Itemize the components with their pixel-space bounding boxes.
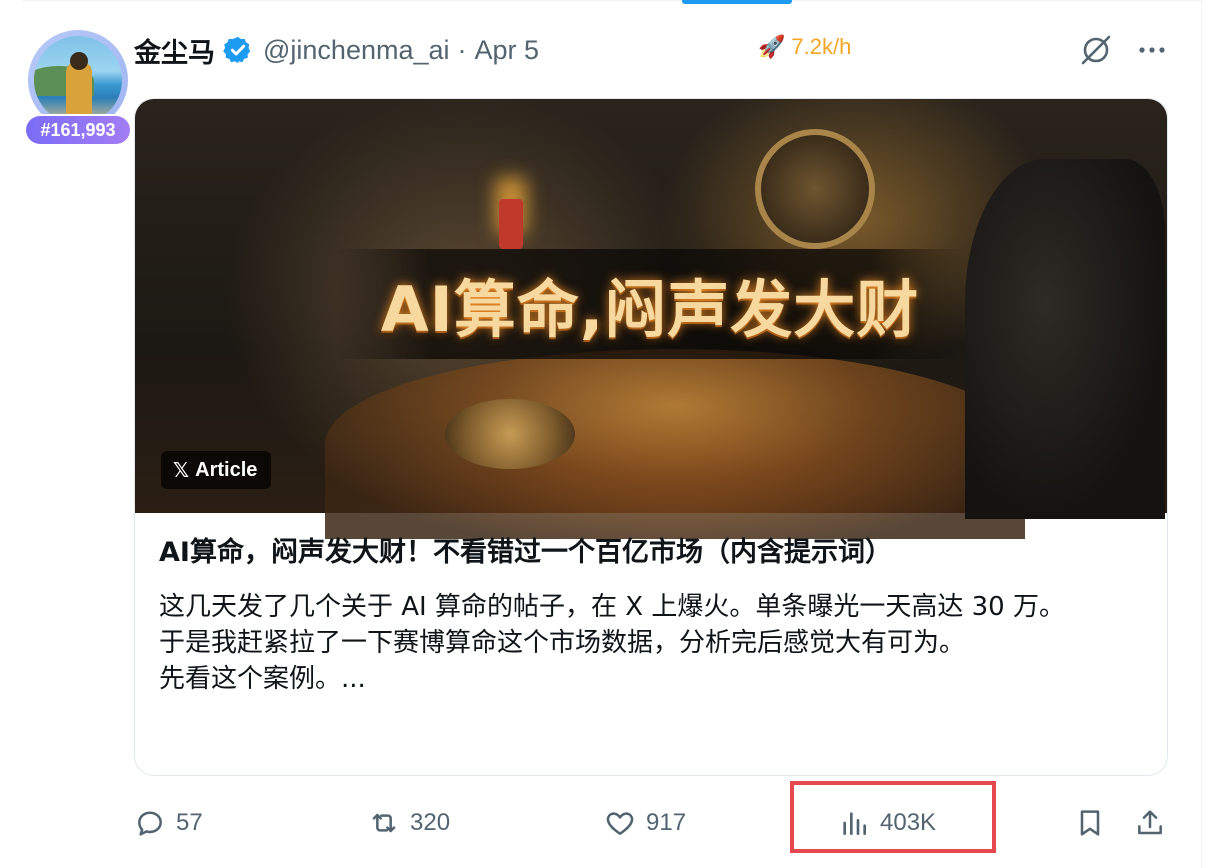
tweet[interactable]: #161,993 金尘马 @jinchenma_ai · Apr 5 🚀 7.2… <box>0 0 1220 868</box>
rank-badge: #161,993 <box>26 116 130 144</box>
display-name[interactable]: 金尘马 <box>134 31 215 70</box>
cover-banner: AI算命,闷声发大财 <box>335 249 965 359</box>
article-preview-line: 于是我赶紧拉了一下赛博算命这个市场数据，分析完后感觉大有可为。 <box>159 628 966 658</box>
like-count: 917 <box>646 809 687 836</box>
avatar[interactable] <box>28 30 128 130</box>
article-cover-image[interactable]: AI算命,闷声发大财 𝕏 Article <box>135 99 1167 539</box>
impression-rate-value: 7.2k/h <box>791 34 852 59</box>
bookmark-icon <box>1080 810 1100 836</box>
article-preview-line: 先看这个案例。... <box>159 664 366 694</box>
grok-icon[interactable] <box>1078 32 1114 68</box>
cover-figure-art <box>965 159 1165 519</box>
timeline-border <box>1201 0 1202 868</box>
cover-banner-text: AI算命,闷声发大财 <box>380 273 920 346</box>
impression-rate: 🚀 7.2k/h <box>758 34 851 60</box>
reply-button[interactable]: 57 <box>134 800 203 846</box>
share-button[interactable] <box>1134 800 1176 846</box>
reply-icon <box>138 811 162 836</box>
x-logo-icon: 𝕏 <box>173 458 190 482</box>
share-icon <box>1138 810 1162 835</box>
heart-icon <box>606 812 634 835</box>
repost-count: 320 <box>410 809 451 836</box>
action-bar: 57 320 917 403K <box>134 800 1174 846</box>
separator-dot: · <box>457 34 467 65</box>
article-badge-label: Article <box>195 458 258 481</box>
active-tab-indicator <box>682 0 792 4</box>
cover-table-art <box>325 349 1025 539</box>
rocket-icon: 🚀 <box>758 34 786 59</box>
more-icon[interactable] <box>1136 38 1168 62</box>
avatar-image <box>34 36 122 124</box>
article-title[interactable]: AI算命，闷声发大财！不看错过一个百亿市场（内含提示词） <box>159 533 1149 573</box>
article-badge: 𝕏 Article <box>161 451 272 489</box>
top-divider <box>22 0 1202 5</box>
article-card[interactable]: AI算命,闷声发大财 𝕏 Article AI算命，闷声发大财！不看错过一个百亿… <box>134 98 1168 776</box>
article-body: AI算命，闷声发大财！不看错过一个百亿市场（内含提示词） 这几天发了几个关于 A… <box>159 533 1149 697</box>
tweet-header: 金尘马 @jinchenma_ai · Apr 5 <box>134 30 539 70</box>
bookmark-button[interactable] <box>1074 800 1116 846</box>
reply-count: 57 <box>176 809 203 836</box>
repost-icon <box>372 813 396 833</box>
verified-badge-icon <box>223 36 251 64</box>
like-button[interactable]: 917 <box>604 800 686 846</box>
tweet-date[interactable]: Apr 5 <box>475 35 540 66</box>
cover-candle-art <box>499 199 523 249</box>
handle[interactable]: @jinchenma_ai <box>263 35 450 66</box>
cover-gear-art <box>755 129 875 249</box>
repost-button[interactable]: 320 <box>368 800 450 846</box>
views-highlight-box <box>790 781 996 853</box>
article-preview-line: 这几天发了几个关于 AI 算命的帖子，在 X 上爆火。单条曝光一天高达 30 万… <box>159 592 1065 622</box>
article-preview: 这几天发了几个关于 AI 算命的帖子，在 X 上爆火。单条曝光一天高达 30 万… <box>159 589 1149 697</box>
cover-bagua-art <box>445 399 575 469</box>
